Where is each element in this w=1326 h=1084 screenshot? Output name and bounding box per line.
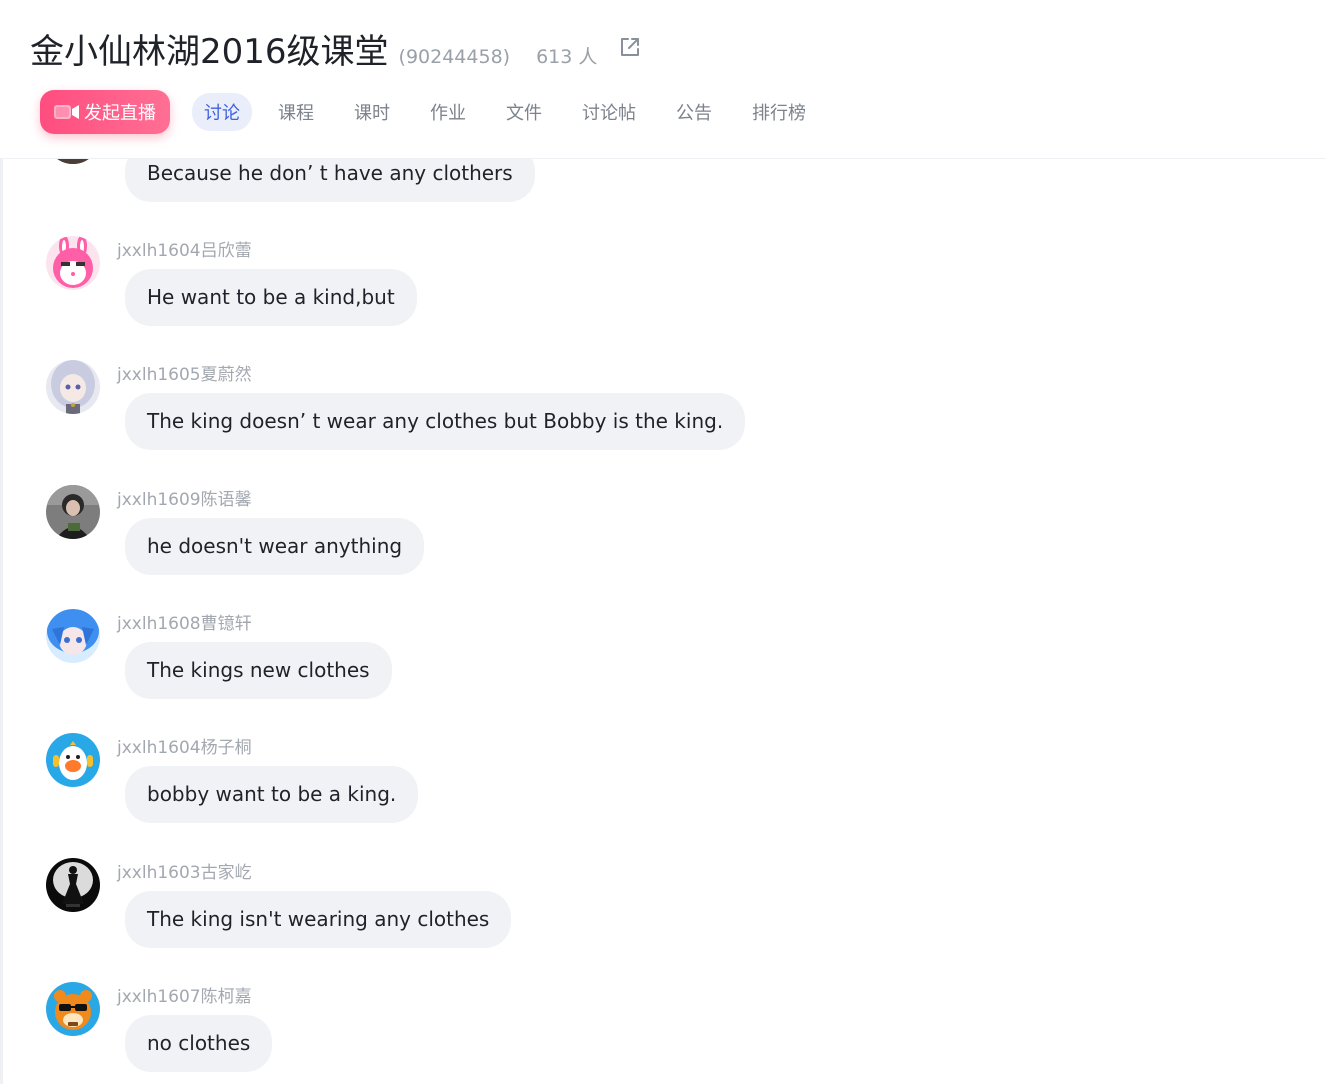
tab-announcements[interactable]: 公告	[676, 99, 712, 125]
message-bubble: He want to be a kind,but	[125, 269, 417, 326]
start-live-label: 发起直播	[84, 103, 156, 124]
pink-bunny-avatar[interactable]	[46, 236, 100, 290]
message-bubble: The king isn't wearing any clothes	[125, 891, 512, 948]
message-bubble: bobby want to be a king.	[125, 766, 419, 823]
blue-penguin-avatar[interactable]	[46, 733, 100, 787]
group-id: (90244458)	[398, 46, 511, 68]
group-header: 金小仙林湖2016级课堂 (90244458) 613 人 发起直播 讨论 课程	[0, 0, 1326, 159]
sender-name: jxxlh1604吕欣蕾	[117, 241, 252, 261]
message-bubble: The kings new clothes	[125, 642, 392, 699]
tab-leaderboard[interactable]: 排行榜	[752, 99, 806, 125]
start-live-button[interactable]: 发起直播	[40, 90, 170, 134]
sender-name: jxxlh1604杨子桐	[117, 738, 252, 758]
tab-bar: 发起直播 讨论 课程 课时 作业 文件 讨论帖 公告 排行榜	[40, 90, 806, 134]
tab-homework[interactable]: 作业	[430, 99, 466, 125]
tab-courses[interactable]: 课程	[278, 99, 314, 125]
classroom-discussion-page: Because he don’ t have any clothers jxxl…	[0, 0, 1326, 1084]
message-bubble: The king doesn’ t wear any clothes but B…	[125, 393, 746, 450]
video-camera-icon	[54, 105, 79, 119]
sender-name: jxxlh1608曹镱轩	[117, 614, 252, 634]
external-link-icon[interactable]	[619, 36, 641, 58]
tab-files[interactable]: 文件	[506, 99, 542, 125]
message-bubble: he doesn't wear anything	[125, 518, 425, 575]
title-row: 金小仙林湖2016级课堂 (90244458) 613 人	[30, 24, 597, 73]
anime-girl-avatar[interactable]	[46, 360, 100, 414]
tab-discussion[interactable]: 讨论	[192, 93, 252, 131]
black-dress-avatar[interactable]	[46, 858, 100, 912]
member-count[interactable]: 613 人	[536, 42, 597, 69]
message-list[interactable]: Because he don’ t have any clothers jxxl…	[0, 0, 1326, 1084]
group-name: 金小仙林湖2016级课堂	[30, 32, 389, 72]
photo-person-avatar[interactable]	[46, 485, 100, 539]
sender-name: jxxlh1609陈语馨	[117, 490, 252, 510]
blue-hair-anime-avatar[interactable]	[46, 609, 100, 663]
tiger-sunglasses-avatar[interactable]	[46, 982, 100, 1036]
sender-name: jxxlh1603古家屹	[117, 863, 252, 883]
message-bubble: no clothes	[125, 1015, 273, 1072]
tab-lessons[interactable]: 课时	[354, 99, 390, 125]
sender-name: jxxlh1607陈柯嘉	[117, 987, 252, 1007]
sender-name: jxxlh1605夏蔚然	[117, 365, 252, 385]
tab-discussion-posts[interactable]: 讨论帖	[582, 99, 636, 125]
